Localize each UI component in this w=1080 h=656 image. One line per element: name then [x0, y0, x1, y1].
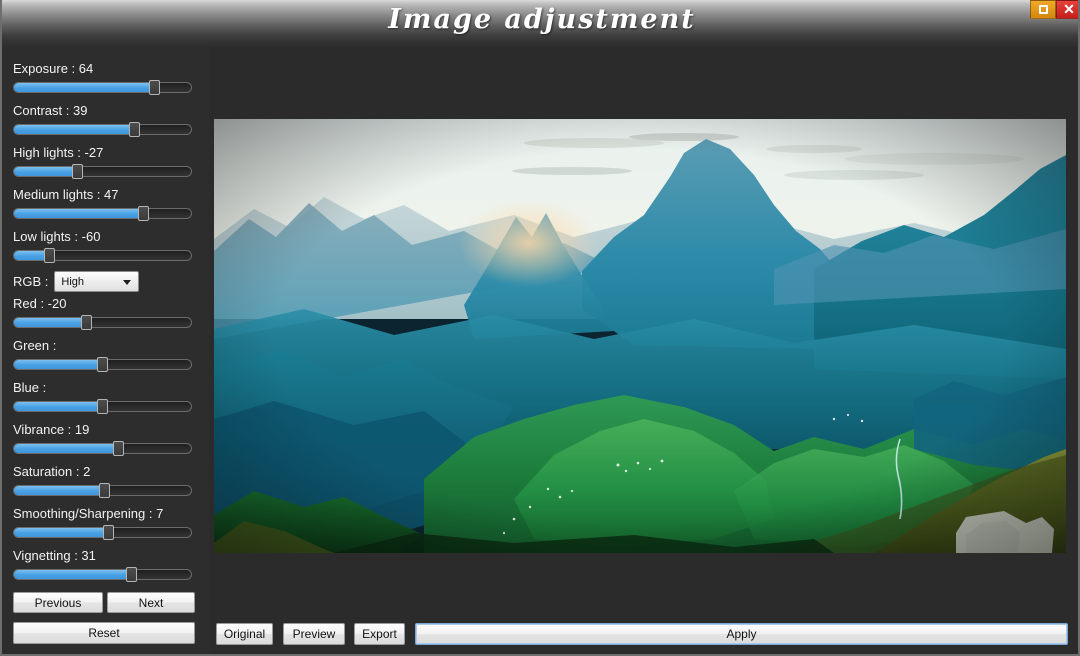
- control-exposure: Exposure : 64: [13, 61, 194, 95]
- slider-high-lights[interactable]: [13, 164, 192, 179]
- previous-button[interactable]: Previous: [13, 592, 103, 613]
- slider-thumb[interactable]: [97, 399, 108, 414]
- window-title: Image adjustment: [388, 4, 696, 35]
- slider-saturation[interactable]: [13, 483, 192, 498]
- slider-fill: [14, 209, 142, 218]
- slider-blue[interactable]: [13, 399, 192, 414]
- next-button[interactable]: Next: [107, 592, 195, 613]
- slider-fill: [14, 83, 153, 92]
- control-contrast: Contrast : 39: [13, 103, 194, 137]
- slider-thumb[interactable]: [81, 315, 92, 330]
- label-rgb: RGB :: [13, 274, 49, 289]
- label-contrast: Contrast : 39: [13, 103, 88, 118]
- label-red: Red : -20: [13, 296, 67, 311]
- slider-contrast[interactable]: [13, 122, 192, 137]
- control-smoothing-sharpening: Smoothing/Sharpening : 7: [13, 506, 194, 540]
- slider-fill: [14, 167, 76, 176]
- slider-fill: [14, 360, 101, 369]
- restore-icon: [1038, 5, 1048, 14]
- slider-thumb[interactable]: [129, 122, 140, 137]
- slider-fill: [14, 570, 130, 579]
- preview-button[interactable]: Preview: [283, 623, 345, 645]
- slider-fill: [14, 486, 103, 495]
- label-low-lights: Low lights : -60: [13, 229, 101, 244]
- control-medium-lights: Medium lights : 47: [13, 187, 194, 221]
- label-high-lights: High lights : -27: [13, 145, 104, 160]
- slider-thumb[interactable]: [126, 567, 137, 582]
- slider-thumb[interactable]: [149, 80, 160, 95]
- label-green: Green :: [13, 338, 57, 353]
- control-low-lights: Low lights : -60: [13, 229, 194, 263]
- control-vibrance: Vibrance : 19: [13, 422, 194, 456]
- label-vignetting: Vignetting : 31: [13, 548, 96, 563]
- image-adjustment-window: Image adjustment ✕ Exposure : 64 Contras…: [0, 0, 1080, 656]
- control-red: Red : -20: [13, 296, 194, 330]
- control-blue: Blue :: [13, 380, 194, 414]
- slider-low-lights[interactable]: [13, 248, 192, 263]
- control-green: Green :: [13, 338, 194, 372]
- window-controls: ✕: [1030, 0, 1078, 19]
- slider-fill: [14, 318, 85, 327]
- rgb-selected-value: High: [61, 275, 85, 288]
- original-button[interactable]: Original: [216, 623, 273, 645]
- slider-thumb[interactable]: [44, 248, 55, 263]
- slider-fill: [14, 528, 107, 537]
- label-saturation: Saturation : 2: [13, 464, 91, 479]
- control-vignetting: Vignetting : 31: [13, 548, 194, 582]
- slider-vibrance[interactable]: [13, 441, 192, 456]
- label-smoothing-sharpening: Smoothing/Sharpening : 7: [13, 506, 164, 521]
- label-vibrance: Vibrance : 19: [13, 422, 90, 437]
- slider-thumb[interactable]: [99, 483, 110, 498]
- chevron-down-icon: [123, 279, 132, 285]
- close-window-button[interactable]: ✕: [1056, 0, 1078, 19]
- label-medium-lights: Medium lights : 47: [13, 187, 119, 202]
- control-high-lights: High lights : -27: [13, 145, 194, 179]
- control-saturation: Saturation : 2: [13, 464, 194, 498]
- adjustment-sidebar: Exposure : 64 Contrast : 39 High lights …: [2, 47, 209, 654]
- export-button[interactable]: Export: [354, 623, 405, 645]
- slider-medium-lights[interactable]: [13, 206, 192, 221]
- slider-thumb[interactable]: [113, 441, 124, 456]
- label-blue: Blue :: [13, 380, 47, 395]
- slider-red[interactable]: [13, 315, 192, 330]
- apply-button[interactable]: Apply: [415, 623, 1068, 645]
- slider-green[interactable]: [13, 357, 192, 372]
- slider-exposure[interactable]: [13, 80, 192, 95]
- slider-fill: [14, 402, 101, 411]
- slider-fill: [14, 125, 133, 134]
- slider-thumb[interactable]: [72, 164, 83, 179]
- reset-button[interactable]: Reset: [13, 622, 195, 644]
- image-preview[interactable]: [214, 119, 1066, 553]
- rgb-row: RGB : High: [13, 271, 140, 292]
- preview-landscape: [214, 119, 1066, 553]
- slider-fill: [14, 444, 117, 453]
- label-exposure: Exposure : 64: [13, 61, 94, 76]
- slider-thumb[interactable]: [138, 206, 149, 221]
- slider-vignetting[interactable]: [13, 567, 192, 582]
- rgb-select[interactable]: High: [54, 271, 140, 292]
- slider-thumb[interactable]: [97, 357, 108, 372]
- slider-smoothing-sharpening[interactable]: [13, 525, 192, 540]
- restore-window-button[interactable]: [1030, 0, 1056, 19]
- slider-thumb[interactable]: [103, 525, 114, 540]
- title-bar: Image adjustment ✕: [2, 0, 1078, 47]
- slider-fill: [14, 251, 48, 260]
